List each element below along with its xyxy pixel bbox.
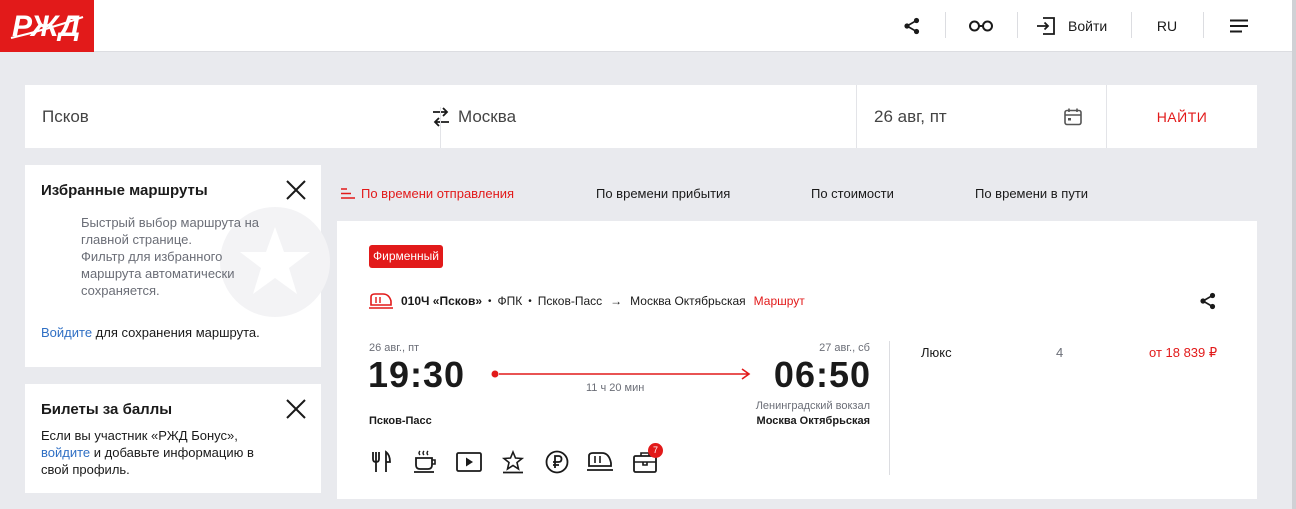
bonus-card: Билеты за баллы Если вы участник «РЖД Бо… bbox=[25, 384, 321, 493]
find-button[interactable]: НАЙТИ bbox=[1107, 85, 1257, 148]
favorites-desc-line: главной странице. bbox=[81, 232, 192, 247]
route-link[interactable]: Маршрут bbox=[754, 294, 805, 308]
login-label: Войти bbox=[1068, 18, 1108, 34]
date-field[interactable]: 26 авг, пт bbox=[874, 85, 1084, 148]
search-form: Псков Москва 26 авг, пт НАЙТИ bbox=[25, 85, 1257, 148]
from-value: Псков bbox=[42, 106, 89, 126]
departure-time: 19:30 bbox=[368, 354, 466, 395]
calendar-icon[interactable] bbox=[1063, 107, 1083, 127]
video-icon[interactable] bbox=[456, 449, 482, 475]
to-field[interactable]: Москва bbox=[458, 85, 838, 148]
arrival-date: 27 авг., сб bbox=[819, 342, 870, 354]
sort-icon bbox=[341, 188, 355, 199]
menu-icon[interactable] bbox=[1226, 0, 1252, 52]
favorites-desc-line: сохраняется. bbox=[81, 283, 160, 298]
train-route-line: 010Ч «Псков» • ФПК • Псков-Пасс → Москва… bbox=[369, 291, 805, 311]
page-scrollbar[interactable] bbox=[1292, 0, 1296, 509]
card-divider bbox=[889, 341, 890, 475]
seats-count: 4 bbox=[1056, 345, 1064, 360]
share-icon[interactable] bbox=[1199, 292, 1217, 310]
bonus-desc-line: Если вы участник «РЖД Бонус», bbox=[41, 428, 238, 443]
sort-by-departure[interactable]: По времени отправления bbox=[341, 186, 514, 201]
language-label: RU bbox=[1156, 18, 1178, 34]
favorites-desc-line: Фильтр для избранного bbox=[81, 249, 223, 264]
route-from: Псков-Пасс bbox=[537, 294, 603, 308]
close-icon[interactable] bbox=[285, 179, 307, 201]
favorites-login-rest: для сохранения маршрута. bbox=[92, 325, 260, 340]
travel-duration: 11 ч 20 мин bbox=[586, 382, 645, 394]
bonus-description: Если вы участник «РЖД Бонус», войдите и … bbox=[41, 427, 254, 478]
route-to: Москва Октябрьская bbox=[630, 294, 746, 308]
rzd-logo-mark: РЖД bbox=[10, 11, 84, 41]
favorites-login-link[interactable]: Войдите bbox=[41, 325, 92, 340]
restaurant-icon[interactable] bbox=[368, 449, 394, 475]
sort-by-duration[interactable]: По времени в пути bbox=[975, 186, 1088, 201]
bonus-star-icon[interactable] bbox=[500, 449, 526, 475]
favorites-desc-line: маршрута автоматически bbox=[81, 266, 235, 281]
sort-by-arrival[interactable]: По времени прибытия bbox=[596, 186, 730, 201]
bonus-title: Билеты за баллы bbox=[41, 401, 173, 418]
bonus-login-link[interactable]: войдите bbox=[41, 445, 90, 460]
price-link[interactable]: от 18 839 ₽ bbox=[1149, 345, 1217, 361]
rzd-logo[interactable]: РЖД bbox=[0, 0, 94, 52]
coffee-icon[interactable] bbox=[412, 449, 438, 475]
departure-date: 26 авг., пт bbox=[369, 342, 420, 354]
amenities-count-badge: 7 bbox=[648, 443, 663, 458]
close-icon[interactable] bbox=[285, 398, 307, 420]
sort-label: По времени отправления bbox=[361, 186, 515, 201]
accessibility-glasses-icon[interactable] bbox=[964, 0, 998, 52]
favorites-desc-line: Быстрый выбор маршрута на bbox=[81, 215, 260, 230]
arrow-right-icon: → bbox=[610, 294, 623, 308]
login-icon bbox=[1037, 17, 1055, 35]
train-carrier: ФПК bbox=[497, 294, 523, 308]
favorites-description: Быстрый выбор маршрута на главной страни… bbox=[81, 214, 259, 299]
favorites-login-hint: Войдите для сохранения маршрута. bbox=[41, 324, 260, 341]
class-name[interactable]: Люкс bbox=[921, 345, 952, 360]
arrival-time: 06:50 bbox=[773, 354, 871, 395]
bonus-desc-line: и добавьте информацию в bbox=[90, 445, 254, 460]
sort-by-price[interactable]: По стоимости bbox=[811, 186, 894, 201]
train-car-icon[interactable] bbox=[587, 449, 613, 475]
journey-arrow bbox=[491, 368, 751, 380]
train-icon bbox=[369, 293, 393, 309]
train-type-badge: Фирменный bbox=[369, 245, 444, 268]
bonus-desc-line: свой профиль. bbox=[41, 462, 130, 477]
train-card: Фирменный 010Ч «Псков» • ФПК • Псков-Пас… bbox=[337, 221, 1257, 499]
favorites-title: Избранные маршруты bbox=[41, 182, 208, 199]
arrival-terminal: Ленинградский вокзал bbox=[755, 400, 870, 412]
from-field[interactable]: Псков bbox=[42, 85, 422, 148]
login-button[interactable]: Войти bbox=[1036, 0, 1114, 52]
svg-text:РЖД: РЖД bbox=[12, 11, 80, 41]
top-header: РЖД Войти RU bbox=[0, 0, 1292, 52]
train-number: 010Ч «Псков» bbox=[401, 294, 482, 308]
ruble-payment-icon[interactable] bbox=[544, 449, 570, 475]
arrival-station: Москва Октябрьская bbox=[756, 415, 870, 427]
date-value: 26 авг, пт bbox=[874, 106, 947, 126]
favorites-card: Избранные маршруты Быстрый выбор маршрут… bbox=[25, 165, 330, 367]
swap-icon[interactable] bbox=[430, 105, 452, 129]
share-icon[interactable] bbox=[898, 0, 926, 52]
departure-station: Псков-Пасс bbox=[369, 415, 432, 427]
to-value: Москва bbox=[458, 106, 517, 126]
language-selector[interactable]: RU bbox=[1150, 0, 1184, 52]
